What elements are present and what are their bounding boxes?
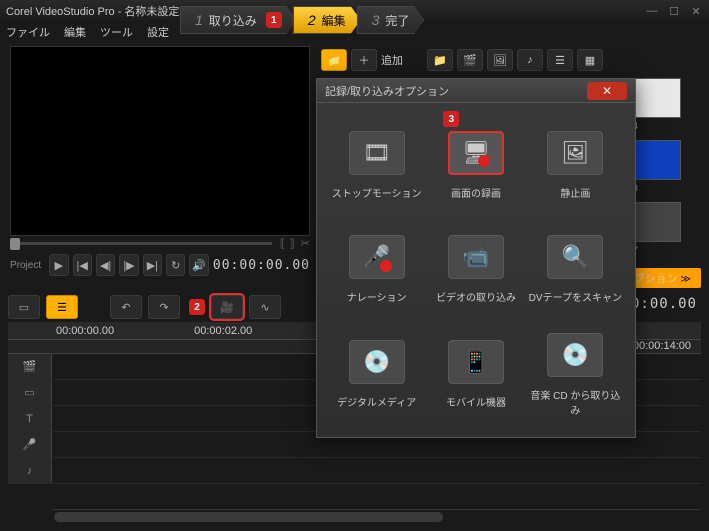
- option-label: モバイル機器: [446, 394, 506, 409]
- timeline-scrollbar[interactable]: [52, 509, 701, 523]
- minimize-button[interactable]: —: [645, 5, 659, 17]
- option-video-import[interactable]: 📹 ビデオの取り込み: [426, 218, 525, 323]
- option-label: 静止画: [560, 185, 590, 200]
- option-label: ストップモーション: [332, 185, 422, 200]
- ruler-tick: 00:00:02.00: [194, 325, 252, 337]
- play-button[interactable]: ▶: [49, 254, 68, 276]
- timeline-view-button[interactable]: ☰: [46, 295, 78, 319]
- video-track-icon[interactable]: 🎬: [8, 354, 52, 379]
- option-label: DVテープをスキャン: [529, 289, 622, 304]
- annotation-badge-2: 2: [189, 299, 205, 315]
- option-digital-media[interactable]: 💿 デジタルメディア: [327, 322, 426, 427]
- preview-timecode: 00:00:00.00: [213, 258, 310, 273]
- option-label: デジタルメディア: [337, 394, 416, 409]
- step-label: 取り込み: [209, 12, 257, 29]
- title-track-icon[interactable]: T: [8, 406, 52, 431]
- menu-settings[interactable]: 設定: [147, 24, 169, 40]
- dialog-close-button[interactable]: ✕: [587, 82, 627, 100]
- option-still-image[interactable]: 🖼 静止画: [526, 113, 625, 218]
- step-edit[interactable]: 2 編集: [293, 6, 361, 34]
- option-audio-cd[interactable]: 💿 音楽 CD から取り込み: [526, 322, 625, 427]
- filter-view-icon[interactable]: ▦: [577, 49, 603, 71]
- close-button[interactable]: ✕: [689, 5, 703, 17]
- still-image-icon: 🖼: [547, 131, 603, 175]
- record-capture-button[interactable]: 🎥: [211, 295, 243, 319]
- go-start-button[interactable]: |◀: [73, 254, 92, 276]
- go-end-button[interactable]: ▶|: [143, 254, 162, 276]
- dv-scan-icon: 🔍: [547, 235, 603, 279]
- menu-tool[interactable]: ツール: [100, 24, 133, 40]
- option-narration[interactable]: 🎤 ナレーション: [327, 218, 426, 323]
- library-add-label: 追加: [381, 52, 403, 68]
- volume-button[interactable]: 🔊: [189, 254, 208, 276]
- video-import-icon: 📹: [448, 235, 504, 279]
- maximize-button[interactable]: ☐: [667, 5, 681, 17]
- step-num: 3: [372, 12, 380, 28]
- preview-panel: [10, 46, 310, 236]
- option-label: ビデオの取り込み: [436, 289, 516, 304]
- music-track-icon[interactable]: ♪: [8, 458, 52, 483]
- prev-frame-button[interactable]: ◀|: [96, 254, 115, 276]
- mark-out-icon[interactable]: ⟧: [289, 237, 294, 250]
- step-share[interactable]: 3 完了: [357, 6, 425, 34]
- ruler-tick: 00:00:00.00: [56, 325, 114, 337]
- annotation-badge-1: 1: [266, 12, 282, 28]
- project-label: Project: [10, 260, 41, 271]
- option-stopmotion[interactable]: 🎞 ストップモーション: [327, 113, 426, 218]
- next-frame-button[interactable]: |▶: [119, 254, 138, 276]
- stopmotion-icon: 🎞: [349, 131, 405, 175]
- filter-video-icon[interactable]: 🎬: [457, 49, 483, 71]
- library-add-button[interactable]: ＋: [351, 49, 377, 71]
- dialog-title: 記録/取り込みオプション: [325, 83, 587, 99]
- filter-audio-icon[interactable]: ♪: [517, 49, 543, 71]
- mobile-icon: 📱: [448, 340, 504, 384]
- voice-track-icon[interactable]: 🎤: [8, 432, 52, 457]
- screen-record-icon: 🖥: [448, 131, 504, 175]
- option-label: ナレーション: [347, 289, 407, 304]
- option-mobile[interactable]: 📱 モバイル機器: [426, 322, 525, 427]
- undo-button[interactable]: ↶: [110, 295, 142, 319]
- redo-button[interactable]: ↷: [148, 295, 180, 319]
- menu-edit[interactable]: 編集: [64, 24, 86, 40]
- preview-slider[interactable]: ⟦ ⟧ ✂: [10, 238, 310, 248]
- step-num: 1: [195, 12, 203, 28]
- capture-options-dialog: 記録/取り込みオプション ✕ 🎞 ストップモーション 3 🖥 画面の録画 🖼 静…: [316, 78, 636, 438]
- mark-in-icon[interactable]: ⟦: [280, 237, 285, 250]
- narration-icon: 🎤: [349, 235, 405, 279]
- filter-folder-icon[interactable]: 📁: [427, 49, 453, 71]
- step-capture[interactable]: 1 取り込み 1: [180, 6, 297, 34]
- step-num: 2: [308, 12, 316, 28]
- repeat-button[interactable]: ↻: [166, 254, 185, 276]
- step-label: 完了: [385, 12, 409, 29]
- library-folder-icon[interactable]: 📁: [321, 49, 347, 71]
- option-label: 音楽 CD から取り込み: [526, 387, 625, 417]
- track-music[interactable]: ♪: [8, 458, 701, 484]
- cut-icon[interactable]: ✂: [301, 237, 310, 250]
- filter-sort-icon[interactable]: ☰: [547, 49, 573, 71]
- filter-image-icon[interactable]: 🖼: [487, 49, 513, 71]
- option-screen-record[interactable]: 3 🖥 画面の録画: [426, 113, 525, 218]
- option-dv-scan[interactable]: 🔍 DVテープをスキャン: [526, 218, 625, 323]
- annotation-badge-3: 3: [443, 111, 459, 127]
- audio-cd-icon: 💿: [547, 333, 603, 377]
- menu-file[interactable]: ファイル: [6, 24, 50, 40]
- audio-mixer-button[interactable]: ∿: [249, 295, 281, 319]
- storyboard-view-button[interactable]: ▭: [8, 295, 40, 319]
- option-label: 画面の録画: [451, 185, 501, 200]
- step-label: 編集: [322, 12, 346, 29]
- overlay-track-icon[interactable]: ▭: [8, 380, 52, 405]
- digital-media-icon: 💿: [349, 340, 405, 384]
